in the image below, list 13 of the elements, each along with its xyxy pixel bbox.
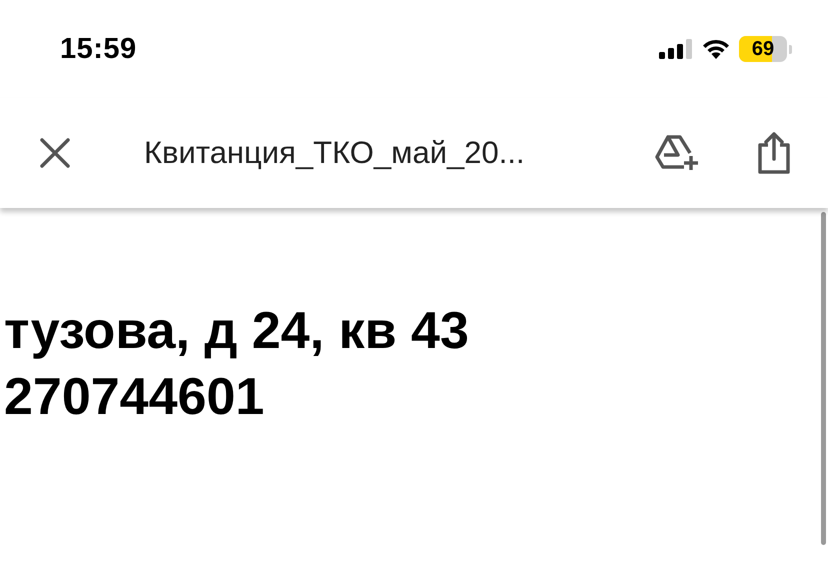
document-title: Квитанция_ТКО_май_20... bbox=[144, 135, 525, 171]
scrollbar[interactable] bbox=[821, 212, 826, 545]
drive-add-icon bbox=[654, 134, 700, 172]
wifi-icon bbox=[701, 38, 731, 60]
signal-icon bbox=[659, 39, 693, 59]
share-icon bbox=[756, 131, 792, 175]
close-button[interactable] bbox=[38, 136, 72, 170]
add-to-drive-button[interactable] bbox=[654, 134, 700, 172]
close-icon bbox=[38, 136, 72, 170]
clock-time: 15:59 bbox=[60, 32, 137, 66]
document-text: 270744601 bbox=[4, 367, 264, 428]
document-text: тузова, д 24, кв 43 bbox=[4, 301, 469, 362]
share-button[interactable] bbox=[756, 131, 792, 175]
